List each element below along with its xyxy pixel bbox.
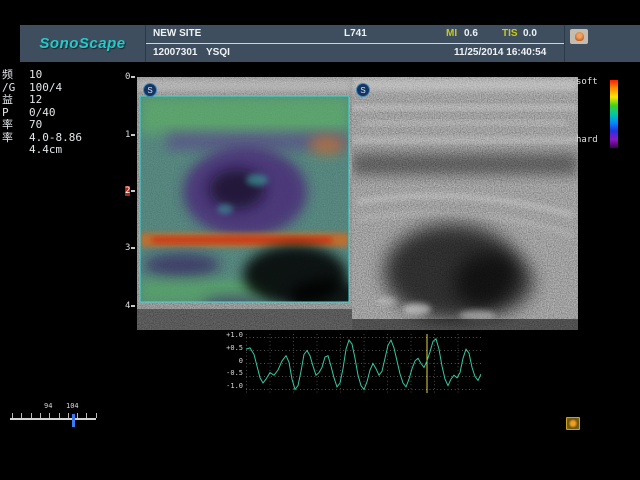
- strain-waveform-plot: [246, 334, 481, 398]
- waveform-tick-m1: -1.0: [225, 382, 243, 390]
- probe-model: L741: [344, 28, 367, 39]
- ruler-label-104: 104: [66, 402, 79, 410]
- elasto-colorbar: [610, 80, 618, 148]
- param-frame-rate: 率70: [2, 119, 82, 132]
- ruler-marker[interactable]: [72, 414, 75, 427]
- site-name: NEW SITE: [153, 28, 201, 39]
- param-depth: 4.4cm: [2, 144, 82, 157]
- param-gain: 益12: [2, 94, 82, 107]
- waveform-tick-0: 0: [225, 357, 243, 365]
- patient-thumbnail-icon[interactable]: [570, 29, 588, 44]
- svg-text:S: S: [360, 86, 365, 95]
- exam-datetime: 11/25/2014 16:40:54: [454, 47, 546, 58]
- elasto-hard-label: hard: [576, 135, 598, 145]
- elasto-soft-label: soft: [576, 77, 598, 87]
- param-frequency: 频10: [2, 69, 82, 82]
- waveform-tick-p1: +1.0: [225, 331, 243, 339]
- operator-name: YSQI: [206, 47, 230, 58]
- header-icon-section: [565, 25, 640, 62]
- tis-label: TIS: [502, 28, 518, 39]
- elastography-image-panel[interactable]: S: [137, 77, 352, 330]
- mi-label: MI: [446, 28, 457, 39]
- sonoscape-s-logo-left: S: [144, 84, 157, 97]
- exam-info-section: NEW SITE L741 MI 0.6 TIS 0.0 12007301 YS…: [146, 25, 565, 62]
- ruler-line: [10, 418, 96, 420]
- mi-value: 0.6: [464, 28, 478, 39]
- ultrasound-screen: SonoScape NEW SITE L741 MI 0.6 TIS 0.0 1…: [0, 0, 640, 480]
- svg-text:S: S: [147, 86, 152, 95]
- waveform-tick-p05: +0.5: [225, 344, 243, 352]
- depth-marker-2-focus: 2: [125, 186, 135, 196]
- depth-marker-4: 4: [125, 301, 135, 311]
- brand-logo: SonoScape: [39, 35, 125, 52]
- header-divider-line: [146, 43, 564, 44]
- waveform-polyline: [246, 339, 481, 390]
- patient-id: 12007301: [153, 47, 198, 58]
- tis-value: 0.0: [523, 28, 537, 39]
- grayscale-ruler: 94 104: [10, 402, 110, 428]
- elasto-roi-overlay: [140, 96, 352, 325]
- sonoscape-s-logo-right: S: [357, 84, 370, 97]
- depth-marker-0: 0: [125, 72, 135, 82]
- thumbnail-glyph: [575, 32, 584, 41]
- depth-marker-1: 1: [125, 130, 135, 140]
- archive-status-icon[interactable]: [566, 417, 580, 430]
- waveform-tick-m05: -0.5: [225, 369, 243, 377]
- ruler-label-94: 94: [44, 402, 52, 410]
- depth-marker-3: 3: [125, 243, 135, 253]
- bmode-image-panel[interactable]: S: [352, 77, 578, 330]
- header-bar: SonoScape NEW SITE L741 MI 0.6 TIS 0.0 1…: [20, 25, 640, 62]
- brand-section: SonoScape: [20, 25, 146, 62]
- imaging-parameters: 频10 /G100/4 益12 P0/40 率70 率4.0-8.86 4.4c…: [2, 69, 82, 157]
